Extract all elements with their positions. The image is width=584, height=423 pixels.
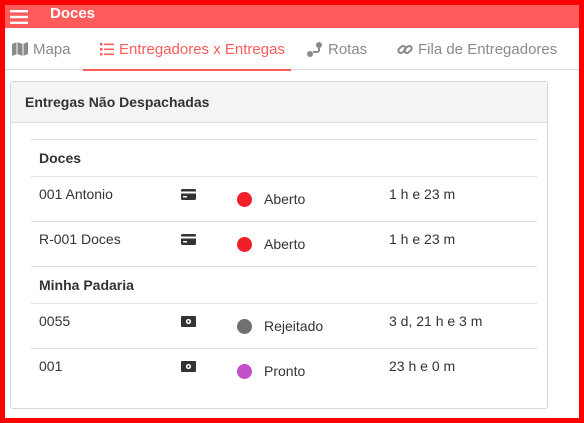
app-window: Doces Mapa Entregadores x Entregas Rotas… [5, 5, 579, 418]
delivery-name: 001 Antonio [39, 186, 113, 202]
hamburger-icon [10, 9, 28, 24]
delivery-name: R-001 Doces [39, 231, 121, 247]
credit-card-icon [181, 172, 196, 216]
elapsed-time: 1 h e 23 m [389, 231, 456, 247]
app-title: Doces [50, 5, 96, 22]
elapsed-time: 23 h e 0 m [389, 358, 456, 374]
tab-rotas-label: Rotas [328, 40, 368, 58]
tab-mapa-label: Mapa [33, 40, 71, 58]
group-title: Doces [31, 139, 537, 176]
tab-entregadores-label: Entregadores x Entregas [119, 40, 285, 58]
top-bar: Doces [5, 5, 579, 28]
status-label: Aberto [264, 236, 306, 252]
panel-title: Entregas Não Despachadas [11, 82, 547, 123]
cash-icon [181, 299, 196, 343]
status-dot [237, 222, 252, 266]
list-icon [100, 42, 114, 56]
credit-card-icon [181, 217, 196, 261]
tab-fila-label: Fila de Entregadores [418, 40, 558, 58]
hamburger-menu-button[interactable] [5, 5, 33, 28]
group-title: Minha Padaria [31, 266, 537, 303]
status-label: Rejeitado [264, 318, 324, 334]
route-icon [307, 41, 323, 57]
status-label: Aberto [264, 191, 306, 207]
tab-bar: Mapa Entregadores x Entregas Rotas Fila … [5, 28, 579, 71]
tab-fila-de-entregadores[interactable]: Fila de Entregadores [397, 28, 557, 70]
tab-entregadores-x-entregas[interactable]: Entregadores x Entregas [83, 28, 291, 71]
status-label: Pronto [264, 363, 306, 379]
tab-rotas[interactable]: Rotas [307, 28, 367, 70]
delivery-row[interactable]: 001 Pronto 23 h e 0 m [31, 348, 537, 393]
undispatched-deliveries-panel: Entregas Não Despachadas Doces 001 Anton… [10, 81, 548, 409]
status-dot [237, 349, 252, 393]
status-dot [237, 177, 252, 221]
link-icon [397, 42, 413, 57]
tab-mapa[interactable]: Mapa [12, 28, 71, 70]
cash-icon [181, 344, 196, 388]
map-icon [12, 42, 28, 56]
status-dot [237, 304, 252, 348]
delivery-row[interactable]: 001 Antonio Aberto 1 h e 23 m [31, 176, 537, 221]
delivery-row[interactable]: R-001 Doces Aberto 1 h e 23 m [31, 221, 537, 266]
elapsed-time: 3 d, 21 h e 3 m [389, 313, 483, 329]
delivery-name: 001 [39, 358, 63, 374]
delivery-row[interactable]: 0055 Rejeitado 3 d, 21 h e 3 m [31, 303, 537, 348]
delivery-name: 0055 [39, 313, 71, 329]
elapsed-time: 1 h e 23 m [389, 186, 456, 202]
